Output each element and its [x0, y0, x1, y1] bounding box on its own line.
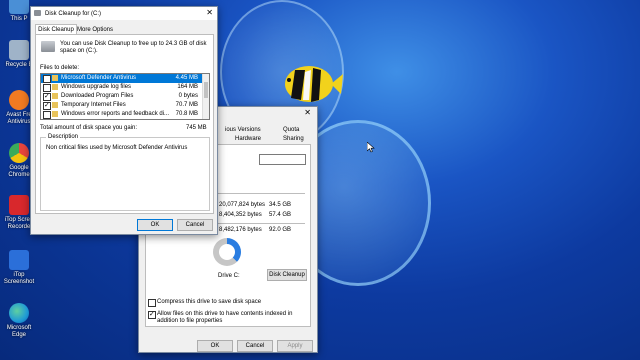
file-size: 70.8 MB: [175, 111, 198, 117]
tab-previous-versions[interactable]: ious Versions: [225, 127, 261, 133]
fish-graphic: [275, 62, 343, 106]
file-list-item[interactable]: Temporary Internet Files 70.7 MB: [41, 101, 202, 110]
file-type-icon: [52, 75, 58, 81]
properties-apply-button[interactable]: Apply: [277, 340, 313, 352]
drive-cleanup-icon: [41, 41, 55, 52]
itop-screenshot-icon: [9, 250, 29, 270]
close-icon[interactable]: ✕: [304, 108, 311, 117]
file-list-item[interactable]: Microsoft Defender Antivirus 4.45 MB: [41, 74, 202, 83]
file-type-icon: [52, 93, 58, 99]
index-contents-checkbox[interactable]: [148, 310, 156, 319]
file-size: 70.7 MB: [175, 102, 198, 108]
file-name: Temporary Internet Files: [61, 102, 126, 108]
window-title: Disk Cleanup for (C:): [45, 11, 102, 17]
file-list-item[interactable]: Windows error reports and feedback di...…: [41, 110, 202, 119]
disk-cleanup-window: Disk Cleanup for (C:) ✕ Disk Cleanup Mor…: [30, 6, 218, 235]
compress-drive-checkbox[interactable]: [148, 299, 156, 307]
file-name: Windows error reports and feedback di...: [61, 111, 170, 117]
cancel-button[interactable]: Cancel: [177, 219, 213, 231]
file-checkbox[interactable]: [43, 111, 51, 119]
compress-drive-label: Compress this drive to save disk space: [157, 299, 262, 305]
file-name: Windows upgrade log files: [61, 84, 132, 90]
file-list-item[interactable]: Windows upgrade log files 164 MB: [41, 83, 202, 92]
title-bar: Disk Cleanup for (C:) ✕: [31, 7, 217, 20]
ok-button[interactable]: OK: [137, 219, 173, 231]
file-checkbox[interactable]: [43, 84, 51, 92]
file-list-item[interactable]: Downloaded Program Files 0 bytes: [41, 92, 202, 101]
file-type-icon: [52, 111, 58, 117]
index-contents-label: Allow files on this drive to have conten…: [157, 311, 293, 324]
file-type-icon: [52, 102, 58, 108]
tab-sharing[interactable]: Sharing: [283, 136, 304, 142]
used-space-size: 34.5 GB: [269, 202, 292, 208]
tab-more-options[interactable]: More Options: [77, 26, 113, 34]
desktop-icon-itop-screenshot[interactable]: iTop Screenshot: [2, 250, 36, 286]
file-type-icon: [52, 84, 58, 90]
drive-name-label: Drive C:: [218, 273, 240, 279]
edge-icon: [9, 303, 29, 323]
tab-hardware[interactable]: Hardware: [235, 136, 261, 142]
close-icon[interactable]: ✕: [206, 8, 213, 17]
file-size: 164 MB: [177, 84, 198, 90]
tab-quota[interactable]: Quota: [283, 127, 299, 133]
itop-recorder-icon: [9, 195, 29, 215]
free-space-bytes: 8,404,352 bytes: [219, 212, 262, 218]
intro-text: You can use Disk Cleanup to free up to 2…: [60, 41, 207, 54]
disk-cleanup-button[interactable]: Disk Cleanup: [267, 269, 307, 281]
capacity-bytes: 8,482,176 bytes: [219, 227, 262, 233]
file-name: Downloaded Program Files: [61, 93, 134, 99]
file-checkbox[interactable]: [43, 75, 51, 83]
used-space-bytes: 20,077,824 bytes: [219, 202, 266, 208]
total-space-label: Total amount of disk space you gain:: [40, 125, 138, 131]
disk-usage-donut-chart: [213, 238, 241, 266]
disk-cleanup-app-icon: [34, 10, 41, 16]
file-checkbox[interactable]: [43, 101, 51, 110]
mouse-cursor-icon: [366, 141, 375, 155]
properties-cancel-button[interactable]: Cancel: [237, 340, 273, 352]
properties-ok-button[interactable]: OK: [197, 340, 233, 352]
description-text: Non critical files used by Microsoft Def…: [46, 145, 188, 151]
computer-icon: [9, 0, 29, 14]
avast-icon: [9, 90, 29, 110]
desktop-icon-edge[interactable]: Microsoft Edge: [2, 303, 36, 339]
tab-content-panel: You can use Disk Cleanup to free up to 2…: [35, 34, 214, 214]
chrome-icon: [9, 143, 29, 163]
files-to-delete-label: Files to delete:: [40, 65, 80, 71]
recycle-bin-icon: [9, 40, 29, 60]
total-space-value: 745 MB: [186, 125, 207, 131]
file-size: 4.45 MB: [175, 75, 198, 81]
list-scrollbar[interactable]: [202, 74, 209, 119]
file-name: Microsoft Defender Antivirus: [61, 75, 137, 81]
free-space-size: 57.4 GB: [269, 212, 292, 218]
files-list[interactable]: Microsoft Defender Antivirus 4.45 MB Windo…: [40, 73, 210, 120]
drive-label-field[interactable]: [259, 154, 306, 165]
file-checkbox[interactable]: [43, 92, 51, 101]
description-heading: Description: [46, 134, 81, 140]
capacity-size: 92.0 GB: [269, 227, 292, 233]
file-size: 0 bytes: [178, 93, 198, 99]
